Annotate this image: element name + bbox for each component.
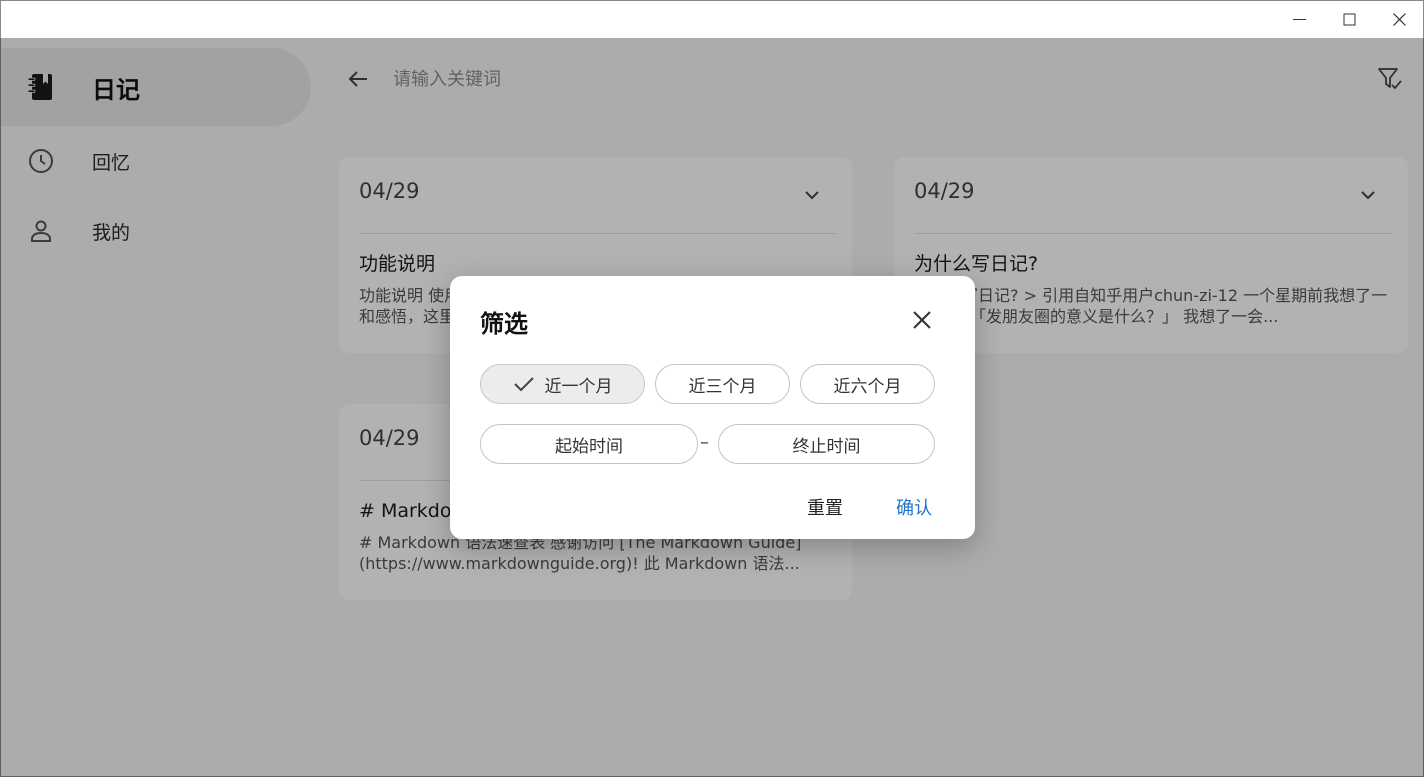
chip-label: 近一个月 xyxy=(544,376,613,397)
reset-button[interactable]: 重置 xyxy=(807,494,843,520)
filter-dialog: 筛选 近一个月 近三个月 近六个月 起始时间 – 终止时间 重置 确认 xyxy=(450,276,975,539)
end-date-placeholder: 终止时间 xyxy=(792,436,861,457)
dialog-close-button[interactable] xyxy=(908,306,936,334)
close-window-button[interactable] xyxy=(1374,1,1424,37)
minimize-button[interactable] xyxy=(1274,1,1324,37)
close-icon xyxy=(913,311,931,329)
maximize-button[interactable] xyxy=(1324,1,1374,37)
maximize-icon xyxy=(1343,13,1355,25)
start-date-field[interactable]: 起始时间 xyxy=(480,424,698,464)
range-chip-3-months[interactable]: 近三个月 xyxy=(655,364,790,404)
dialog-title: 筛选 xyxy=(480,310,528,338)
range-chip-1-month[interactable]: 近一个月 xyxy=(480,364,645,404)
confirm-button[interactable]: 确认 xyxy=(896,494,932,520)
window-title-bar xyxy=(0,0,1424,38)
end-date-field[interactable]: 终止时间 xyxy=(718,424,935,464)
close-icon xyxy=(1392,12,1406,26)
start-date-placeholder: 起始时间 xyxy=(555,436,623,457)
check-icon xyxy=(513,373,535,395)
date-separator: – xyxy=(700,432,709,453)
chip-label: 近三个月 xyxy=(688,376,757,397)
minimize-icon xyxy=(1292,18,1306,20)
chip-label: 近六个月 xyxy=(833,376,902,397)
range-chip-6-months[interactable]: 近六个月 xyxy=(800,364,935,404)
